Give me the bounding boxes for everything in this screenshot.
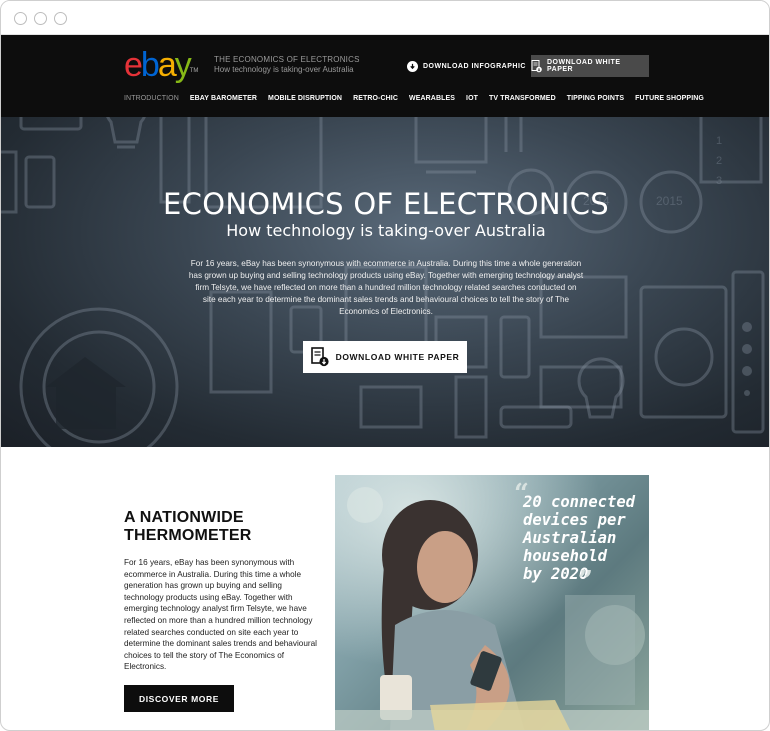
header-download-white-paper-button[interactable]: DOWNLOAD WHITE PAPER <box>531 55 649 77</box>
nav-item-introduction[interactable]: INTRODUCTION <box>124 95 179 102</box>
nav-item-wearables[interactable]: WEARABLES <box>409 95 455 102</box>
window-close-dot[interactable] <box>14 12 27 25</box>
hero-subtitle: How technology is taking-over Australia <box>226 221 546 240</box>
nav-item-tipping-points[interactable]: TIPPING POINTS <box>567 95 624 102</box>
nav-item-retro-chic[interactable]: RETRO-CHIC <box>353 95 398 102</box>
logo-letter: b <box>140 46 160 84</box>
discover-more-button[interactable]: DISCOVER MORE <box>124 685 234 712</box>
nav-item-ebay-barometer[interactable]: EBAY BAROMETER <box>190 95 257 102</box>
header-tagline: THE ECONOMICS OF ELECTRONICS How technol… <box>214 55 360 75</box>
document-download-icon <box>310 347 329 367</box>
tagline-title: THE ECONOMICS OF ELECTRONICS <box>214 55 360 64</box>
browser-window: ebayTM THE ECONOMICS OF ELECTRONICS How … <box>0 0 770 731</box>
download-infographic-button[interactable]: DOWNLOAD INFOGRAPHIC <box>407 57 526 75</box>
section-title-line: THERMOMETER <box>124 527 252 544</box>
bg-number: 2 <box>716 155 722 167</box>
hero-title: ECONOMICS OF ELECTRONICS <box>163 187 609 221</box>
logo-letter: a <box>157 46 177 84</box>
download-arrow-icon <box>407 60 418 72</box>
site-header: ebayTM THE ECONOMICS OF ELECTRONICS How … <box>1 35 769 117</box>
ebay-logo[interactable]: ebayTM <box>124 47 198 83</box>
window-maximize-dot[interactable] <box>54 12 67 25</box>
nav-item-iot[interactable]: IOT <box>466 95 478 102</box>
main-nav: INTRODUCTION EBAY BAROMETER MOBILE DISRU… <box>124 95 715 102</box>
tagline-subtitle: How technology is taking-over Australia <box>214 65 354 74</box>
nav-item-mobile-disruption[interactable]: MOBILE DISRUPTION <box>268 95 342 102</box>
section-title-line: A NATIONWIDE <box>124 509 244 526</box>
section-title: A NATIONWIDE THERMOMETER <box>124 509 252 545</box>
window-minimize-dot[interactable] <box>34 12 47 25</box>
close-quote-mark: ” <box>578 566 593 596</box>
hero-description: For 16 years, eBay has been synonymous w… <box>188 259 584 316</box>
nav-item-tv-transformed[interactable]: TV TRANSFORMED <box>489 95 556 102</box>
document-download-icon <box>531 59 542 72</box>
quote-line: Australian <box>523 529 617 547</box>
hero-download-white-paper-button[interactable]: DOWNLOAD WHITE PAPER <box>303 341 467 373</box>
logo-letter: e <box>124 46 143 84</box>
bg-number: 1 <box>716 135 722 147</box>
section-description: For 16 years, eBay has been synonymous w… <box>124 558 317 672</box>
nav-item-future-shopping[interactable]: FUTURE SHOPPING <box>635 95 704 102</box>
bg-number: 3 <box>716 175 722 187</box>
browser-titlebar <box>1 1 769 35</box>
header-download-white-paper-label: DOWNLOAD WHITE PAPER <box>547 59 621 73</box>
logo-trademark: TM <box>189 68 199 74</box>
hero-download-white-paper-label: DOWNLOAD WHITE PAPER <box>335 352 460 362</box>
logo-letter: y <box>174 46 192 84</box>
download-infographic-label: DOWNLOAD INFOGRAPHIC <box>423 62 526 70</box>
quote-line: household <box>523 547 607 565</box>
quote-line: devices per <box>523 511 626 529</box>
hero-banner: 1 2 3 2014 2015 ECONOMICS OF ELECTRONICS… <box>1 117 769 447</box>
quote-line: 20 connected <box>523 493 635 511</box>
